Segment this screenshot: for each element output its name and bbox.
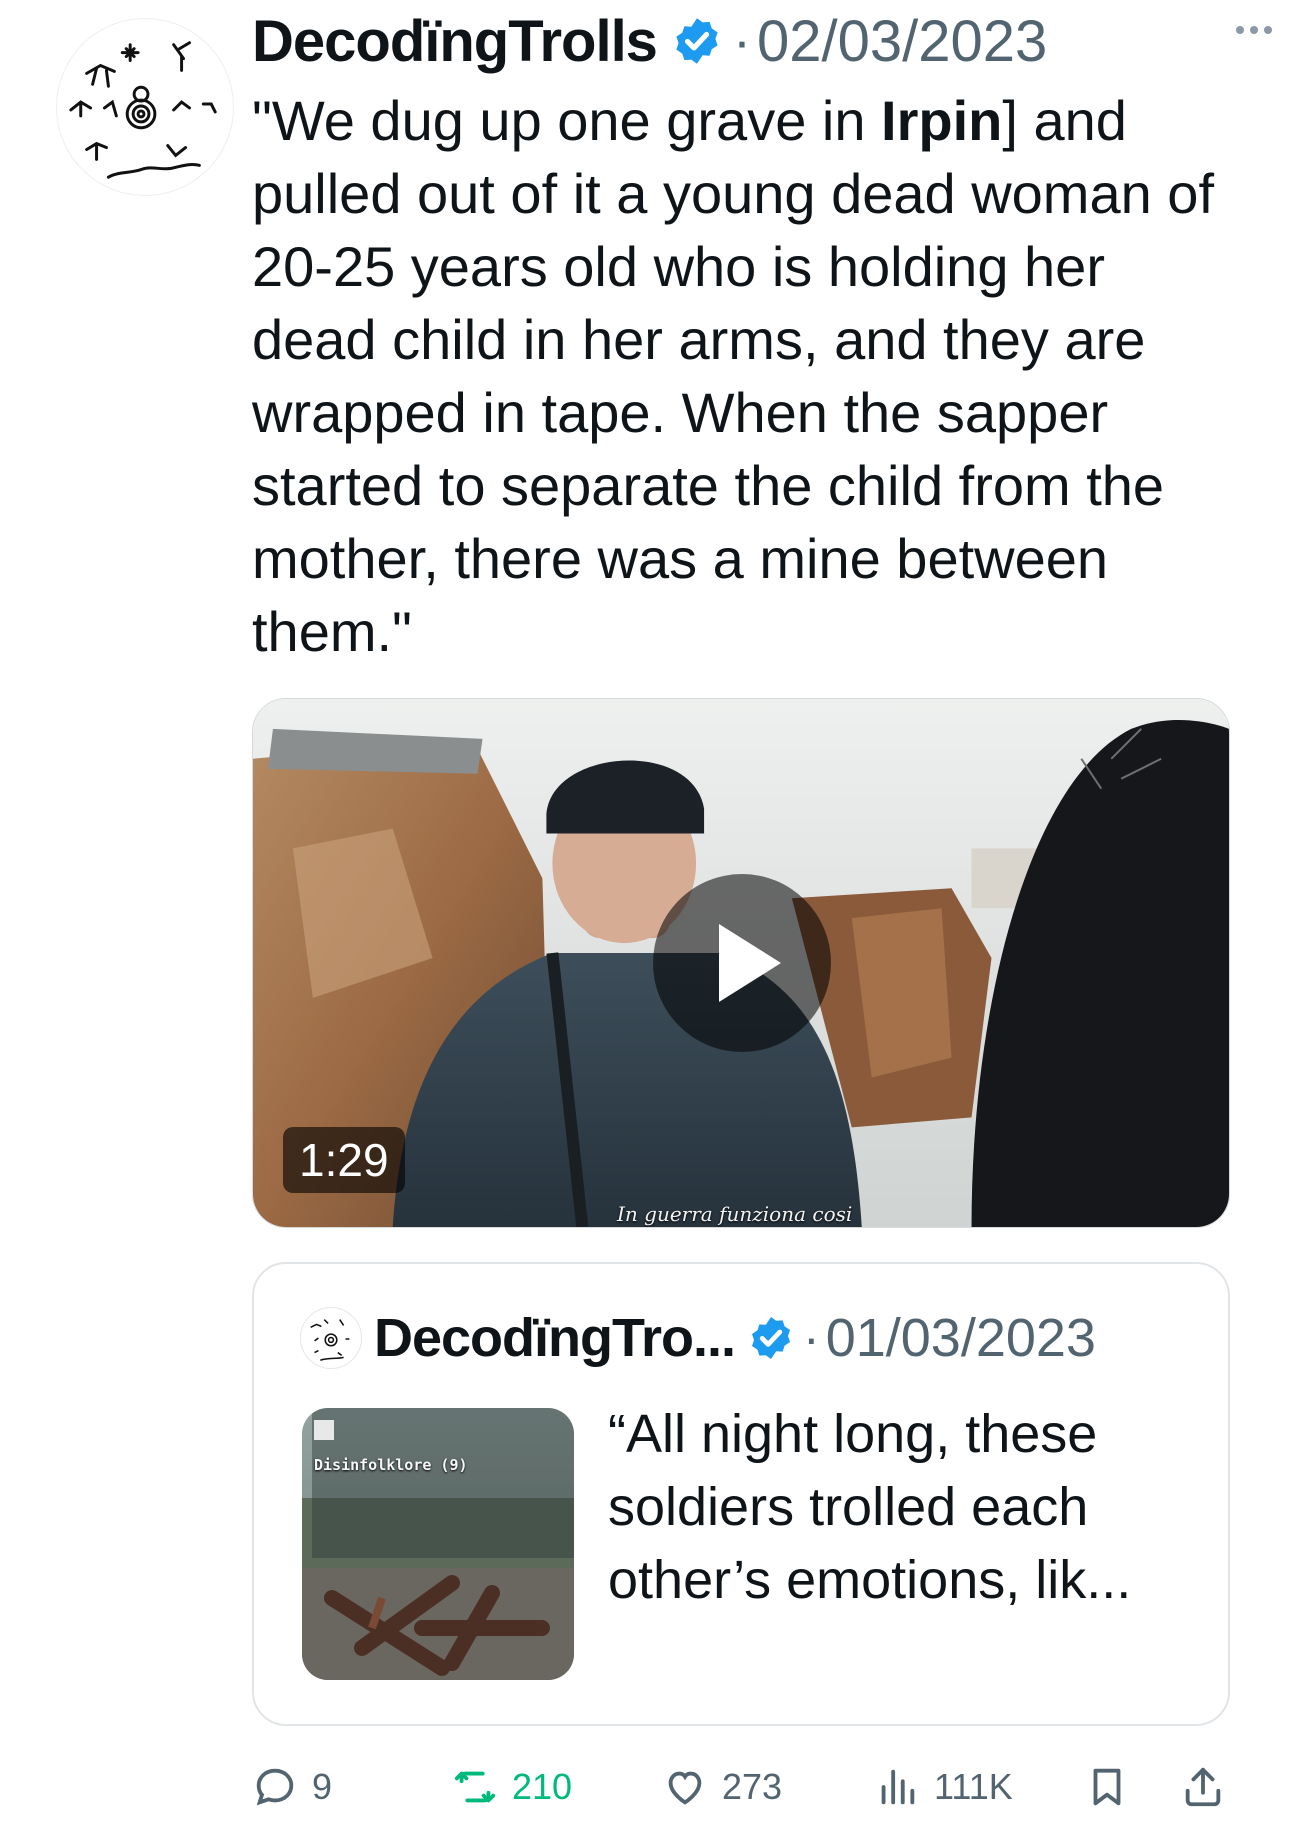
quoted-author-name[interactable]: DecodïngTro...	[374, 1307, 736, 1369]
tweet-text-bold: Irpin	[881, 89, 1003, 152]
quoted-tweet-date[interactable]: 01/03/2023	[826, 1307, 1096, 1369]
tweet-text-before: "We dug up one grave in	[252, 89, 882, 152]
video-player[interactable]: 1:29 In guerra funziona cosi	[252, 698, 1230, 1228]
quoted-separator-dot: ·	[803, 1310, 820, 1366]
tweet-date[interactable]: 02/03/2023	[757, 8, 1047, 75]
quoted-media-thumbnail[interactable]: Disinfolklore (9)	[302, 1408, 574, 1680]
views-button[interactable]: 111K	[874, 1752, 1013, 1822]
author-avatar[interactable]	[56, 18, 234, 196]
share-button[interactable]	[1180, 1752, 1226, 1822]
like-count: 273	[722, 1766, 783, 1807]
tweet-text-after: ] and pulled out of it a young dead woma…	[252, 89, 1215, 663]
quoted-tweet-text: “All night long, these soldiers trolled …	[608, 1404, 1132, 1610]
action-bar: 9 210 273 111K	[252, 1752, 1242, 1822]
bookmark-button[interactable]	[1084, 1752, 1130, 1822]
tweet-text: "We dug up one grave in Irpin] and pulle…	[252, 84, 1242, 668]
like-button[interactable]: 273	[662, 1752, 782, 1822]
thumbnail-title: Disinfolklore (9)	[314, 1456, 468, 1474]
reply-button[interactable]: 9	[252, 1752, 332, 1822]
petroglyph-avatar-small-image	[310, 1319, 350, 1361]
tweet-header: DecodïngTrolls · 02/03/2023	[252, 6, 1242, 76]
reply-count: 9	[312, 1766, 333, 1807]
views-count: 111K	[934, 1766, 1013, 1807]
quoted-tweet-card[interactable]: DecodïngTro... · 01/03/2023 Disinfolklor…	[252, 1262, 1230, 1726]
separator-dot: ·	[732, 11, 751, 71]
share-icon	[1185, 1767, 1221, 1807]
video-duration: 1:29	[283, 1127, 405, 1193]
retweet-icon	[454, 1771, 496, 1803]
reply-icon	[256, 1768, 294, 1806]
retweet-count: 210	[512, 1766, 573, 1807]
retweet-button[interactable]: 210	[452, 1752, 572, 1822]
bookmark-icon	[1093, 1768, 1121, 1806]
petroglyph-avatar-image	[69, 41, 217, 179]
quoted-author-avatar	[300, 1307, 362, 1369]
quoted-tweet-header: DecodïngTro... · 01/03/2023	[300, 1307, 1220, 1369]
heart-icon	[668, 1771, 702, 1805]
play-button[interactable]	[653, 874, 831, 1052]
author-name[interactable]: DecodïngTrolls	[252, 8, 658, 75]
quoted-verified-badge-icon	[752, 1317, 791, 1359]
video-subtitle: In guerra funziona cosi	[617, 1202, 853, 1226]
views-chart-icon	[881, 1769, 915, 1805]
verified-badge-icon	[676, 18, 718, 64]
more-options-icon[interactable]	[1236, 26, 1272, 34]
thumbnail-image	[302, 1408, 574, 1680]
